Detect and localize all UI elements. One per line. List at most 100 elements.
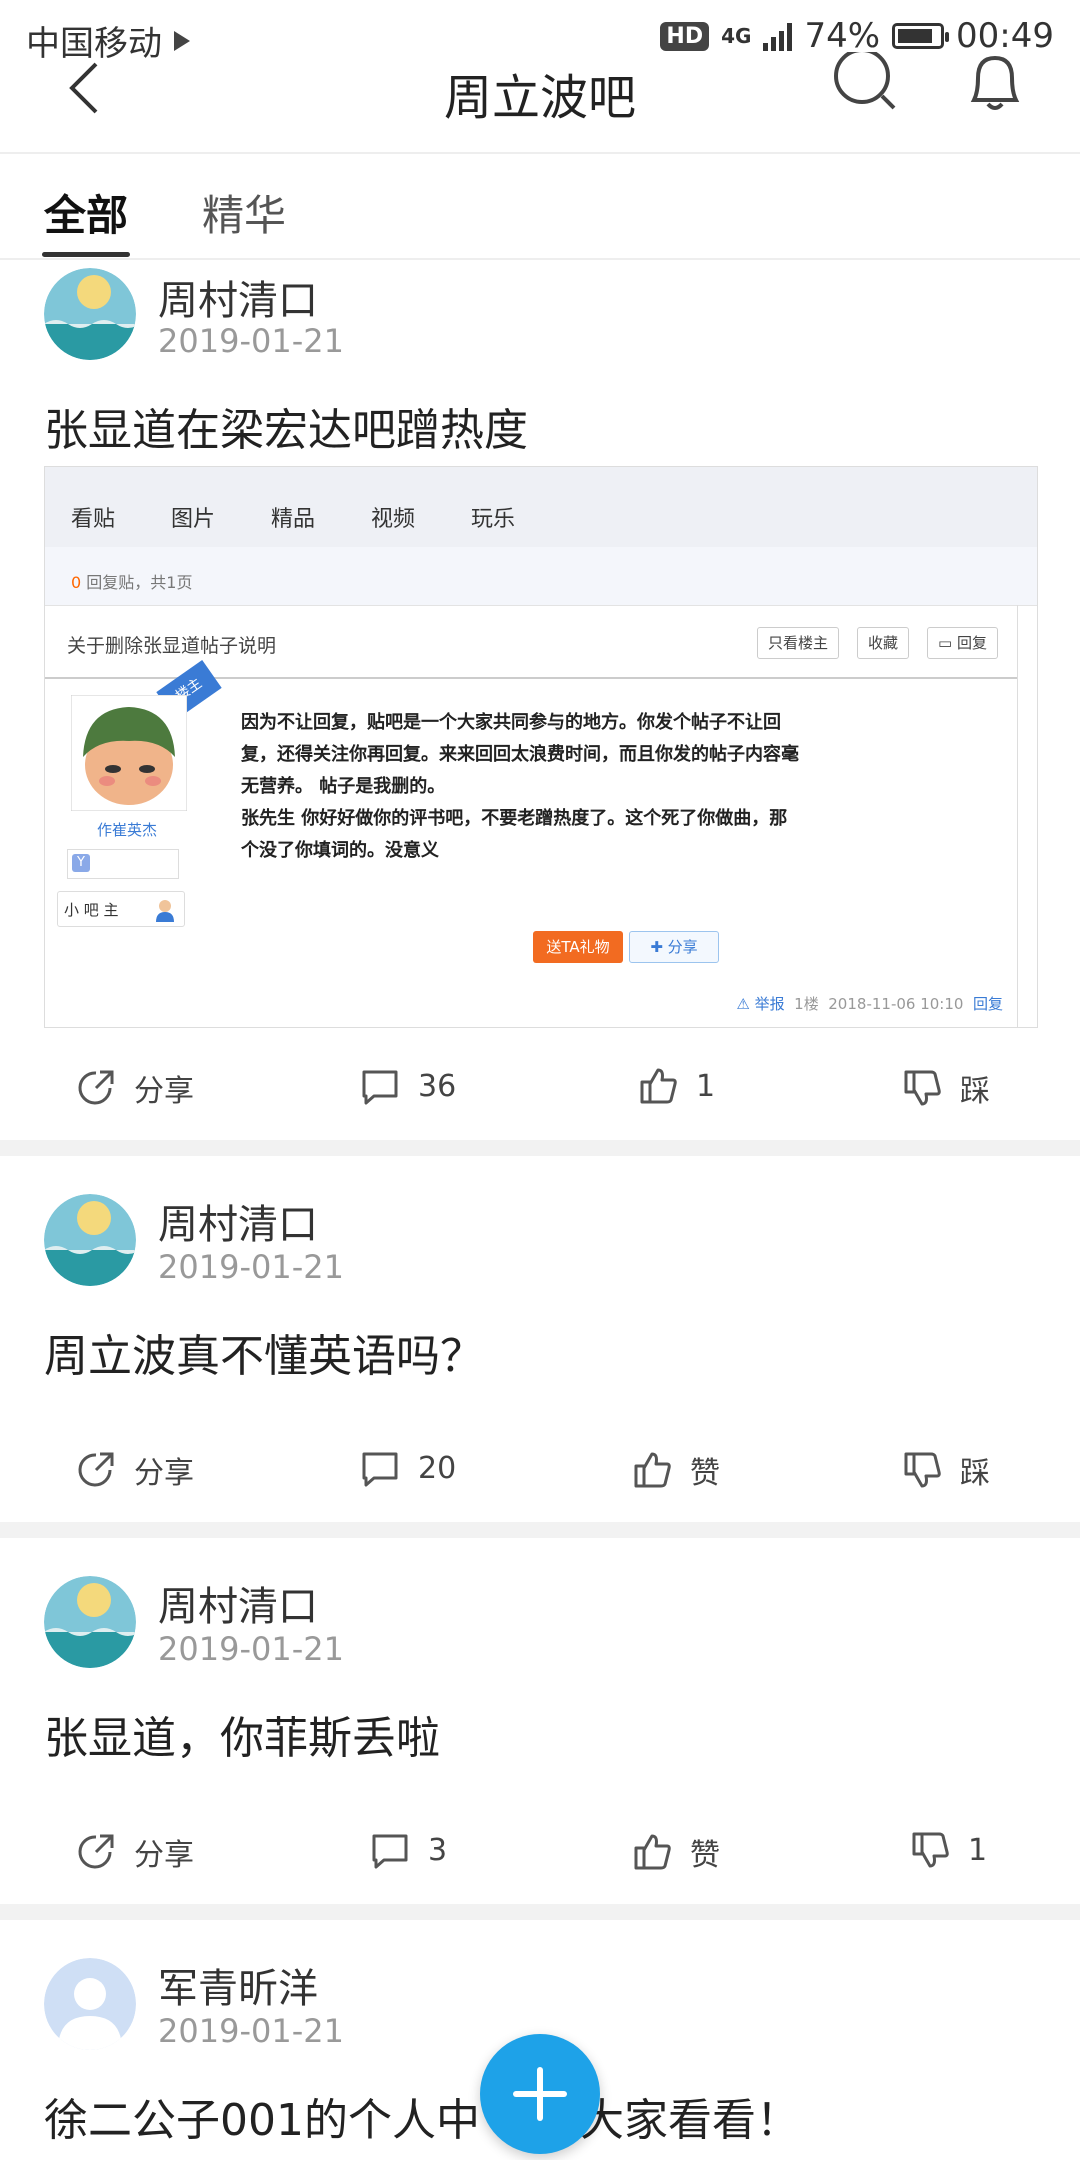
share-label: 分享: [134, 1838, 194, 1873]
embedded-count-num: 0: [71, 573, 82, 592]
new-post-button[interactable]: [480, 2034, 600, 2154]
avatar[interactable]: [44, 268, 136, 360]
post-title-right: 大家看看！: [579, 2095, 800, 2146]
comment-button[interactable]: 20: [360, 1448, 456, 1488]
tab-bar: 全部 精华: [0, 152, 1080, 260]
top-nav: 周立波吧: [0, 40, 1080, 154]
post-actions: 分享 20 赞 踩: [0, 1432, 1080, 1512]
comment-count: 3: [428, 1832, 448, 1868]
share-button[interactable]: 分享: [76, 1066, 194, 1110]
like-button[interactable]: 赞: [632, 1448, 720, 1492]
embedded-post-title: 关于删除张显道帖子说明: [67, 635, 277, 657]
dislike-label: 踩: [960, 1456, 990, 1491]
like-count: 1: [696, 1068, 716, 1104]
author-name[interactable]: 周村清口: [158, 1192, 318, 1250]
like-label: 赞: [690, 1838, 720, 1873]
post-card[interactable]: 周村清口 2019-01-21 张显道在梁宏达吧蹭热度 看贴 图片 精品 视频 …: [0, 260, 1080, 1140]
dislike-button[interactable]: 踩: [902, 1448, 990, 1492]
post-title[interactable]: 张显道，你菲斯丢啦: [44, 1702, 440, 1766]
thumbs-up-icon: [640, 1068, 677, 1104]
dislike-label: 踩: [960, 1074, 990, 1109]
comment-icon: [362, 1452, 398, 1487]
avatar[interactable]: [44, 1958, 136, 2050]
tab-all[interactable]: 全部: [44, 182, 128, 243]
embedded-role-badge: 小 吧 主: [57, 891, 185, 927]
avatar[interactable]: [44, 1194, 136, 1286]
search-icon[interactable]: [830, 52, 900, 122]
share-label: 分享: [134, 1074, 194, 1109]
embedded-share-button: ✚ 分享: [629, 931, 719, 963]
avatar[interactable]: [44, 1576, 136, 1668]
embedded-fav-button: 收藏: [857, 627, 910, 659]
embedded-nav-item: 图片: [171, 507, 216, 532]
embedded-count-text: 回复贴，共1页: [86, 573, 193, 592]
thumbs-down-icon: [904, 1452, 941, 1488]
embedded-username: 作崔英杰: [97, 821, 158, 839]
thumbs-up-icon: [634, 1452, 671, 1488]
embedded-post-body: 因为不让回复，贴吧是一个大家共同参与的地方。你发个帖子不让回复，还得关注你再回复…: [241, 712, 799, 861]
comment-icon: [362, 1070, 398, 1105]
thumbs-up-icon: [634, 1834, 671, 1870]
post-title-left: 徐二公子001的个人中: [44, 2095, 480, 2146]
post-separator: [0, 1904, 1080, 1920]
embedded-count-bar: 0 回复贴，共1页: [45, 547, 1037, 606]
embedded-gift-button: 送TA礼物: [533, 931, 623, 963]
thumbs-down-icon: [904, 1070, 941, 1106]
embedded-nav-item: 视频: [371, 507, 416, 532]
thumbs-down-icon: [912, 1832, 949, 1868]
share-button[interactable]: 分享: [76, 1830, 194, 1874]
post-actions: 分享 3 赞 1: [0, 1814, 1080, 1894]
embedded-time: 2018-11-06 10:10: [828, 995, 964, 1013]
like-button[interactable]: 1: [638, 1066, 715, 1106]
post-title[interactable]: 张显道在梁宏达吧蹭热度: [44, 394, 528, 458]
comment-icon: [372, 1834, 408, 1869]
comment-count: 36: [418, 1068, 457, 1104]
post-card[interactable]: 周村清口 2019-01-21 周立波真不懂英语吗？ 分享 20 赞 踩: [0, 1156, 1080, 1520]
embedded-share-label: 分享: [667, 938, 698, 956]
like-button[interactable]: 赞: [632, 1830, 720, 1874]
embedded-role-text: 小 吧 主: [64, 901, 119, 919]
post-date: 2019-01-21: [158, 1248, 344, 1286]
post-title[interactable]: 徐二公子001的个人中 大家看看！: [44, 2084, 800, 2148]
comment-count: 20: [418, 1450, 457, 1486]
embedded-post-footer: ⚠ 举报 1楼 2018-11-06 10:10 回复: [736, 995, 1003, 1013]
post-separator: [0, 1522, 1080, 1538]
post-image[interactable]: 看贴 图片 精品 视频 玩乐 0 回复贴，共1页 关于删除张显道帖子说明 只看楼…: [44, 466, 1038, 1028]
embedded-reply-label: 回复: [956, 634, 987, 652]
tab-featured[interactable]: 精华: [202, 182, 286, 243]
embedded-nav: 看贴 图片 精品 视频 玩乐: [45, 467, 1037, 548]
plus-icon: [513, 2067, 567, 2121]
share-button[interactable]: 分享: [76, 1448, 194, 1492]
embedded-floor: 1楼: [794, 995, 819, 1013]
post-card[interactable]: 周村清口 2019-01-21 张显道，你菲斯丢啦 分享 3 赞 1: [0, 1538, 1080, 1902]
share-icon: [78, 1452, 114, 1487]
embedded-only-op-button: 只看楼主: [757, 627, 840, 659]
author-name[interactable]: 周村清口: [158, 1574, 318, 1632]
embedded-nav-item: 玩乐: [471, 507, 516, 532]
share-label: 分享: [134, 1456, 194, 1491]
author-name[interactable]: 军青昕洋: [158, 1956, 318, 2014]
embedded-moderator-icon: [156, 900, 174, 922]
embedded-report-link: 举报: [754, 995, 785, 1013]
embedded-divider: [1017, 605, 1018, 1027]
author-name[interactable]: 周村清口: [158, 268, 318, 326]
embedded-level-icon: Y: [72, 854, 90, 872]
post-date: 2019-01-21: [158, 322, 344, 360]
dislike-button[interactable]: 1: [910, 1830, 987, 1870]
dislike-count: 1: [968, 1832, 988, 1868]
embedded-nav-item: 精品: [271, 507, 316, 532]
share-icon: [78, 1834, 114, 1869]
embedded-reply-button: ▭ 回复: [927, 627, 998, 659]
comment-button[interactable]: 3: [370, 1830, 447, 1870]
post-title[interactable]: 周立波真不懂英语吗？: [44, 1320, 484, 1384]
dislike-button[interactable]: 踩: [902, 1066, 990, 1110]
post-separator: [0, 1140, 1080, 1156]
share-icon: [78, 1070, 114, 1105]
post-date: 2019-01-21: [158, 2012, 344, 2050]
active-tab-indicator: [42, 252, 130, 257]
notification-bell-icon[interactable]: [960, 52, 1030, 122]
embedded-reply-link: 回复: [972, 995, 1003, 1013]
post-actions: 分享 36 1 踩: [0, 1050, 1080, 1130]
embedded-nav-item: 看贴: [71, 507, 116, 532]
comment-button[interactable]: 36: [360, 1066, 456, 1106]
